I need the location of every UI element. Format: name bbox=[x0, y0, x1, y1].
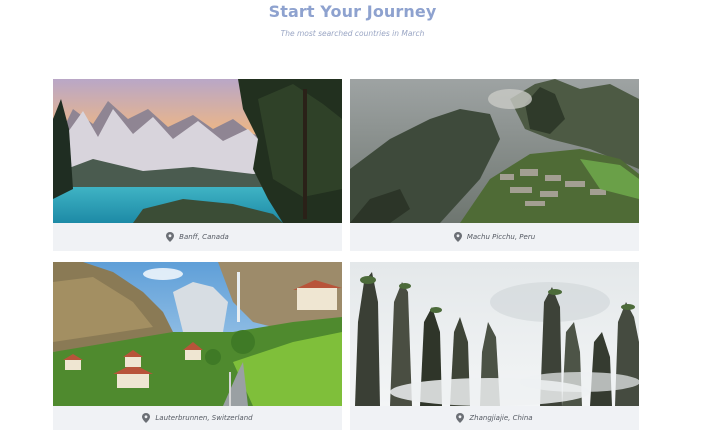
destination-photo-lauterbrunnen[interactable] bbox=[53, 262, 342, 406]
destination-card-banff[interactable]: Banff, Canada bbox=[53, 79, 342, 251]
destination-photo-banff[interactable] bbox=[53, 79, 342, 223]
destination-caption-lauterbrunnen: Lauterbrunnen, Switzerland bbox=[53, 406, 342, 430]
destination-card-machu-picchu[interactable]: Machu Picchu, Peru bbox=[350, 79, 639, 251]
destination-caption-machu-picchu: Machu Picchu, Peru bbox=[350, 223, 639, 251]
location-pin-icon bbox=[166, 232, 175, 242]
location-pin-icon bbox=[456, 413, 465, 423]
destination-photo-zhangjiajie[interactable] bbox=[350, 262, 639, 406]
destination-card-lauterbrunnen[interactable]: Lauterbrunnen, Switzerland bbox=[53, 262, 342, 430]
location-pin-icon bbox=[453, 232, 462, 242]
destination-name: Banff, Canada bbox=[179, 233, 229, 241]
destination-caption-zhangjiajie: Zhangjiajie, China bbox=[350, 406, 639, 430]
destination-name: Lauterbrunnen, Switzerland bbox=[155, 414, 253, 422]
destination-name: Zhangjiajie, China bbox=[469, 414, 533, 422]
destination-card-zhangjiajie[interactable]: Zhangjiajie, China bbox=[350, 262, 639, 430]
page-subtitle: The most searched countries in March bbox=[280, 29, 425, 38]
location-pin-icon bbox=[142, 413, 151, 423]
destination-photo-machu-picchu[interactable] bbox=[350, 79, 639, 223]
destination-name: Machu Picchu, Peru bbox=[466, 233, 536, 241]
page-title: Start Your Journey bbox=[268, 2, 437, 21]
destination-caption-banff: Banff, Canada bbox=[53, 223, 342, 251]
